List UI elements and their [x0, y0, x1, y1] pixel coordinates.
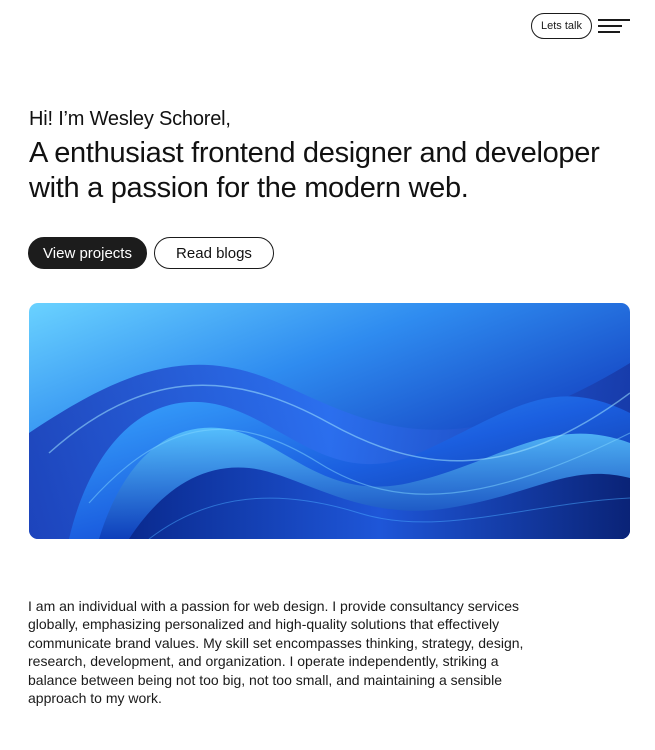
menu-line [598, 19, 630, 21]
greeting: Hi! I’m Wesley Schorel, [29, 108, 231, 130]
view-projects-button[interactable]: View projects [28, 237, 147, 269]
menu-line [598, 31, 620, 33]
hero-image [29, 303, 630, 539]
hamburger-menu-icon[interactable] [598, 18, 631, 36]
menu-line [598, 25, 622, 27]
headline: A enthusiast frontend designer and devel… [29, 137, 600, 204]
about-paragraph: I am an individual with a passion for we… [28, 598, 524, 707]
read-blogs-button[interactable]: Read blogs [154, 237, 274, 269]
lets-talk-button[interactable]: Lets talk [531, 13, 592, 39]
abstract-blue-waves-image [29, 303, 630, 539]
